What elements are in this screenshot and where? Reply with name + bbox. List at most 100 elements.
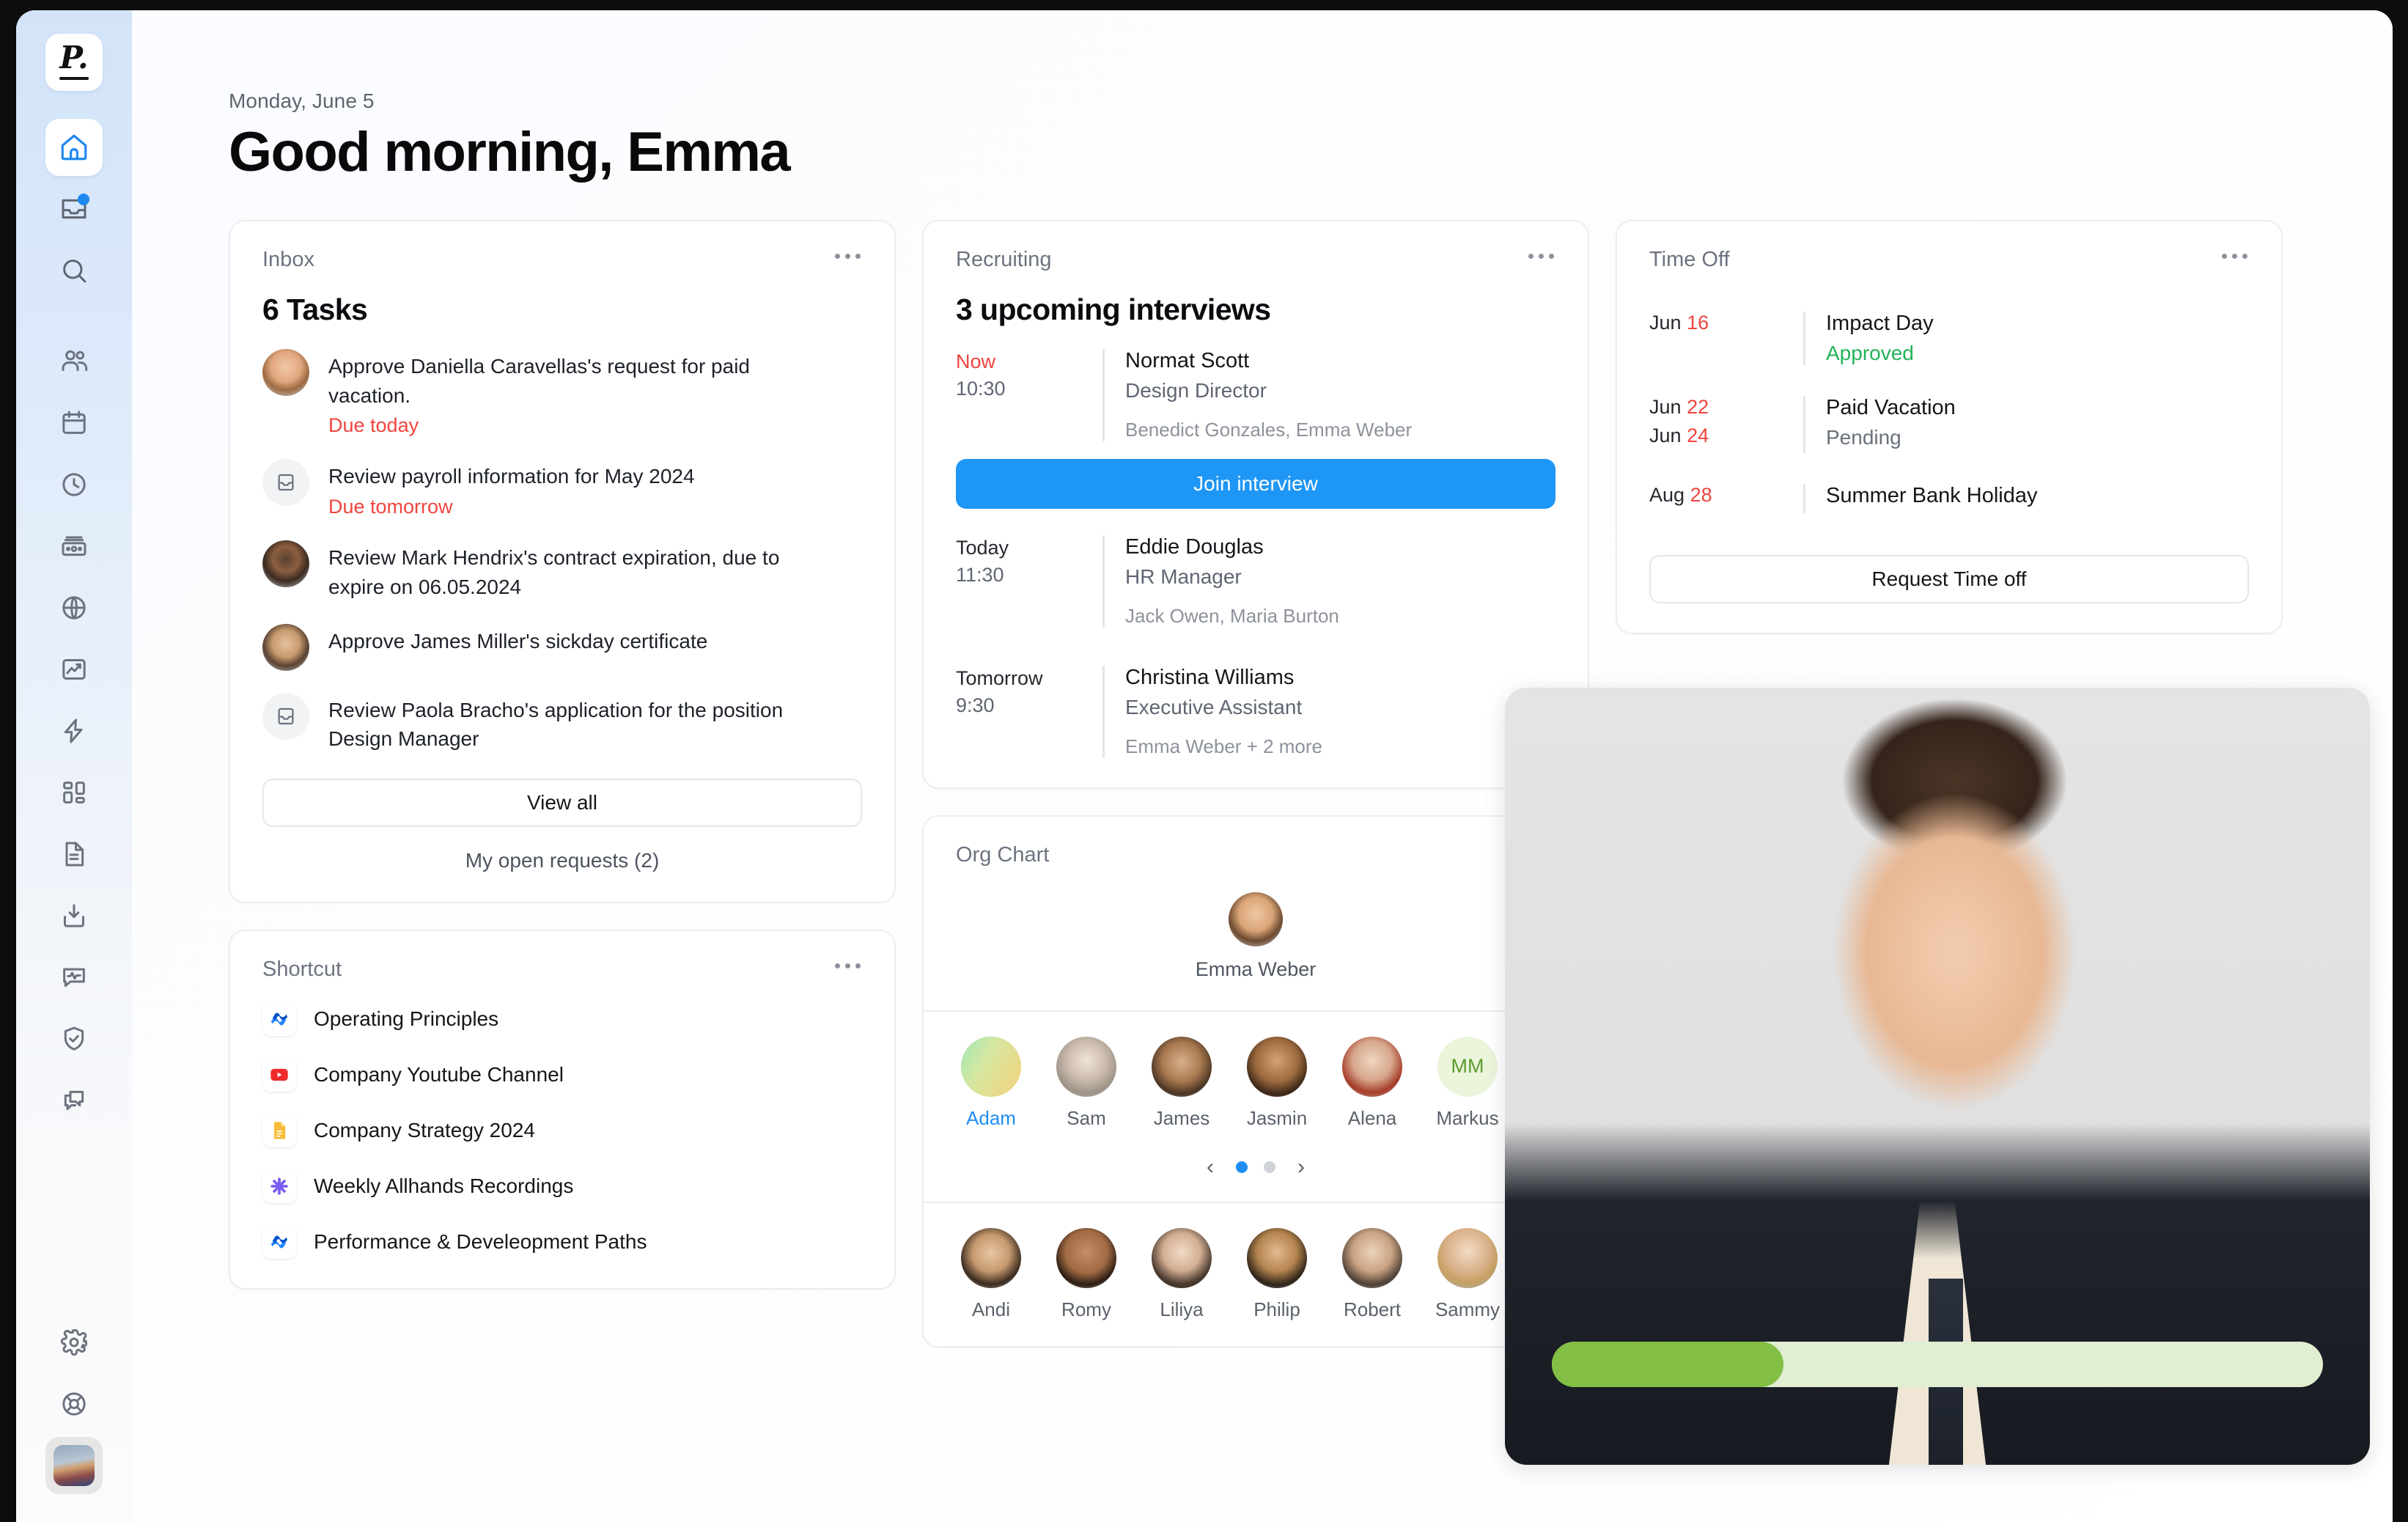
recruiting-card-title: Recruiting [956,247,1052,271]
sidebar-item-surveys[interactable] [45,949,103,1006]
org-member-name: Andi [971,1298,1011,1320]
people-icon [59,347,89,376]
sidebar-item-reports[interactable] [45,641,103,698]
interview-row[interactable]: Now 10:30 Normat Scott Design Director B… [956,348,1555,441]
request-time-off-button[interactable]: Request Time off [1649,554,2249,603]
interview-candidate: Christina Williams [1125,665,1295,689]
shortcut-item[interactable]: Company Youtube Channel [262,1058,862,1092]
time-off-row[interactable]: Jun 22 Jun 24 Paid Vacation Pending [1649,395,2249,453]
sidebar-item-search[interactable] [45,242,103,299]
task-row[interactable]: Approve James Miller's sickday certifica… [262,623,862,671]
avatar [1152,1227,1212,1288]
shortcut-card-menu-button[interactable] [833,957,862,974]
avatar [1437,1227,1498,1288]
interview-row[interactable]: Today 11:30 Eddie Douglas HR Manager Jac… [956,534,1555,628]
chart-trending-icon [59,655,89,684]
shortcut-item[interactable]: Weekly Allhands Recordings [262,1169,862,1204]
time-off-day: 16 [1687,311,1709,334]
shortcut-item[interactable]: Operating Principles [262,1002,862,1037]
org-member[interactable]: Adam [956,1036,1026,1130]
sidebar-item-profile[interactable] [45,1437,103,1494]
task-row[interactable]: Review payroll information for May 2024 … [262,459,862,518]
inbox-icon [262,459,309,507]
org-member[interactable]: MM Markus [1432,1036,1503,1130]
pager-prev-button[interactable]: ‹ [1201,1155,1220,1180]
org-member-name: James [1153,1106,1210,1129]
org-member[interactable]: Andi [956,1227,1026,1321]
time-off-type: Summer Bank Holiday [1826,483,2038,507]
calendar-icon [59,408,89,438]
avatar [262,540,309,588]
lightning-icon [59,716,89,746]
view-all-button[interactable]: View all [262,779,862,828]
sidebar-item-time-tracking[interactable] [45,456,103,513]
org-chart-card: Org Chart Emma Weber Adam Sam James Jasm… [922,815,1589,1348]
org-member[interactable]: Romy [1051,1227,1122,1321]
time-off-row[interactable]: Jun 16 Impact Day Approved [1649,311,2249,365]
shortcut-card: Shortcut Operating Principles Company Yo… [229,930,896,1290]
money-icon [59,532,89,561]
org-member[interactable]: Philip [1242,1227,1312,1321]
org-member[interactable]: Alena [1337,1036,1407,1130]
logo-underline [59,77,89,80]
org-member[interactable]: Robert [1337,1227,1407,1321]
task-due: Due tomorrow [328,496,453,518]
sidebar-item-home[interactable] [45,119,103,176]
join-interview-button[interactable]: Join interview [956,458,1555,509]
pager-dot-2[interactable] [1264,1161,1275,1173]
org-root-node[interactable]: Emma Weber [956,867,1555,1010]
org-member[interactable]: James [1146,1036,1217,1130]
org-member[interactable]: Sammy [1432,1227,1503,1321]
interview-when: Now [956,350,996,372]
pager-dot-1[interactable] [1236,1161,1248,1173]
interview-time: 11:30 [956,563,1004,586]
task-row[interactable]: Review Paola Bracho's application for th… [262,692,862,754]
inbox-card-menu-button[interactable] [833,248,862,265]
avatar [1342,1036,1402,1097]
sidebar-item-compliance[interactable] [45,1010,103,1067]
recruiting-card-menu-button[interactable] [1527,248,1555,265]
sidebar-item-imports[interactable] [45,887,103,944]
interview-candidate: Eddie Douglas [1125,534,1264,559]
sidebar-item-documents[interactable] [45,826,103,883]
inbox-task-list: Approve Daniella Caravellas's request fo… [262,348,862,754]
time-off-row[interactable]: Aug 28 Summer Bank Holiday [1649,483,2249,514]
task-row[interactable]: Approve Daniella Caravellas's request fo… [262,348,862,438]
chat-bubbles-icon [59,1086,89,1115]
video-call-overlay[interactable] [1505,688,2370,1465]
org-member[interactable]: Sam [1051,1036,1122,1130]
sidebar-item-inbox[interactable] [45,180,103,238]
task-row[interactable]: Review Mark Hendrix's contract expiratio… [262,540,862,602]
interview-attendees: Emma Weber + 2 more [1125,735,1323,757]
time-off-date: Jun 16 [1649,312,1803,334]
avatar [1342,1227,1402,1288]
org-chart-card-title: Org Chart [956,842,1050,867]
shield-check-icon [59,1024,89,1054]
time-off-card-menu-button[interactable] [2220,248,2249,265]
sidebar-item-calendar[interactable] [45,394,103,452]
shortcut-item-label: Company Strategy 2024 [314,1119,535,1142]
inbox-task-count: 6 Tasks [262,292,368,326]
my-open-requests-link[interactable]: My open requests (2) [262,849,862,872]
shortcut-item[interactable]: Company Strategy 2024 [262,1114,862,1148]
inbox-card-title: Inbox [262,247,314,271]
shortcut-item[interactable]: Performance & Develeopment Paths [262,1225,862,1260]
sidebar-item-payroll[interactable] [45,518,103,575]
sidebar-item-help[interactable] [45,1375,103,1433]
org-member[interactable]: Liliya [1146,1227,1217,1321]
pager-next-button[interactable]: › [1292,1155,1311,1180]
video-progress-bar[interactable] [1552,1342,2323,1387]
sidebar-item-messages[interactable] [45,1072,103,1129]
app-logo[interactable]: P. [45,34,103,91]
sidebar-item-settings[interactable] [45,1314,103,1371]
task-text: Review payroll information for May 2024 [328,465,695,488]
interview-row[interactable]: Tomorrow 9:30 Christina Williams Executi… [956,665,1555,758]
time-off-date-end: Jun 24 [1649,424,1803,447]
sidebar-item-apps[interactable] [45,764,103,821]
sidebar-item-automations[interactable] [45,702,103,760]
org-member[interactable]: Jasmin [1242,1036,1312,1130]
interview-time: 9:30 [956,694,995,716]
sidebar-item-globe[interactable] [45,579,103,636]
sidebar-item-people[interactable] [45,333,103,390]
recruiting-card: Recruiting 3 upcoming interviews Now 10:… [922,219,1589,789]
